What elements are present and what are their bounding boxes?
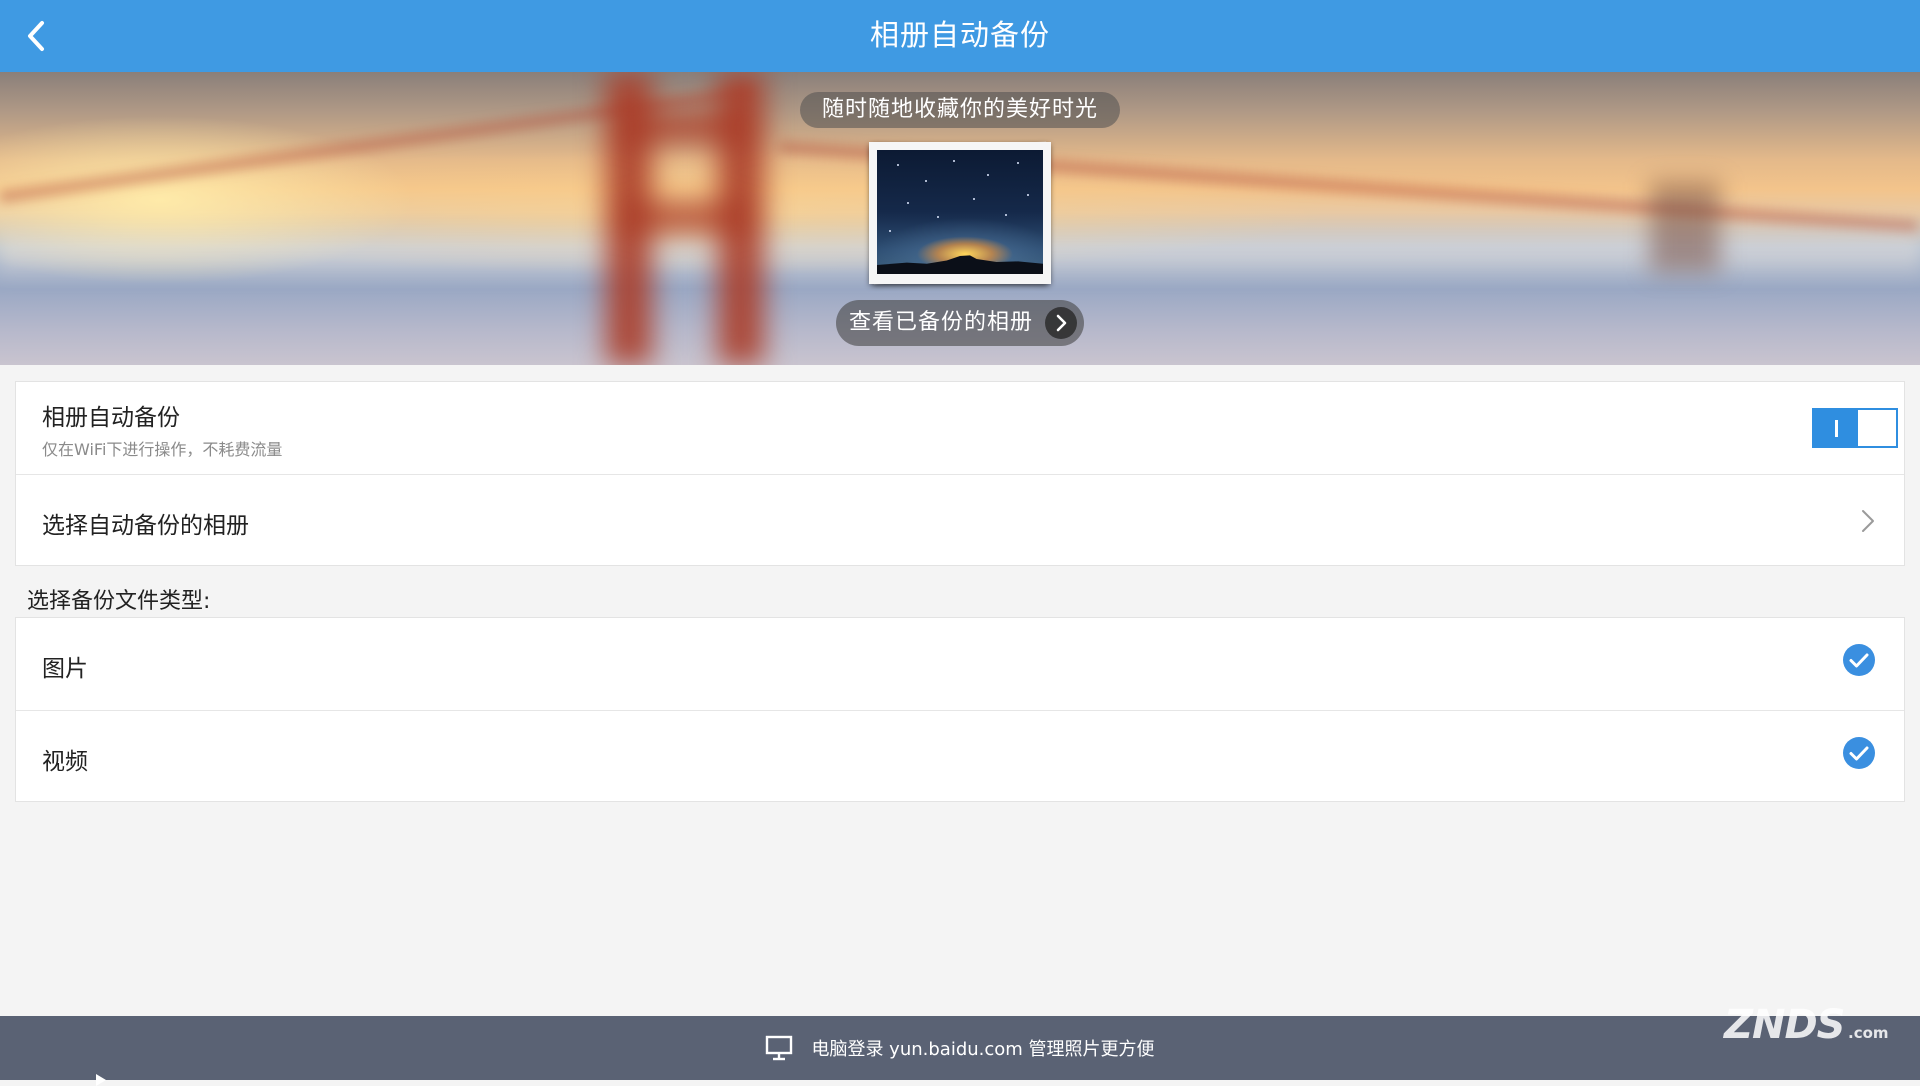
footer-bar: 电脑登录 yun.baidu.com 管理照片更方便 <box>0 1016 1920 1086</box>
select-album-row[interactable]: 选择自动备份的相册 <box>16 474 1904 566</box>
auto-backup-row: 相册自动备份 仅在WiFi下进行操作，不耗费流量 <box>16 382 1904 474</box>
backup-settings-card: 相册自动备份 仅在WiFi下进行操作，不耗费流量 选择自动备份的相册 <box>15 381 1905 566</box>
auto-backup-subtitle: 仅在WiFi下进行操作，不耗费流量 <box>42 440 283 459</box>
banner: 随时随地收藏你的美好时光 查看已备份的相册 <box>0 72 1920 365</box>
view-album-label: 查看已备份的相册 <box>849 310 1034 335</box>
checkmark-circle-icon[interactable] <box>1842 736 1876 770</box>
night-sky-photo <box>877 150 1043 274</box>
checkmark-circle-icon[interactable] <box>1842 643 1876 677</box>
auto-backup-toggle[interactable] <box>1812 408 1898 448</box>
znds-watermark-logo: ZNDS .com <box>1724 1002 1889 1048</box>
monitor-icon <box>765 1035 793 1061</box>
chevron-right-icon <box>1045 307 1077 339</box>
file-type-card: 图片 视频 <box>15 617 1905 802</box>
page-title: 相册自动备份 <box>869 18 1050 52</box>
file-type-row-images[interactable]: 图片 <box>16 618 1904 710</box>
select-album-title: 选择自动备份的相册 <box>42 513 249 539</box>
bridge-tower <box>590 72 790 365</box>
play-arrow-icon <box>96 1074 106 1086</box>
view-backed-up-album-button[interactable]: 查看已备份的相册 <box>836 300 1084 346</box>
file-type-section-label: 选择备份文件类型: <box>27 589 211 614</box>
file-type-label: 图片 <box>42 656 88 682</box>
album-thumbnail[interactable] <box>869 141 1051 286</box>
footer-text: 电脑登录 yun.baidu.com 管理照片更方便 <box>811 1039 1155 1060</box>
file-type-row-videos[interactable]: 视频 <box>16 710 1904 802</box>
footer-hint: 电脑登录 yun.baidu.com 管理照片更方便 <box>0 1016 1920 1080</box>
file-type-label: 视频 <box>42 749 88 775</box>
far-tower <box>1650 182 1720 272</box>
chevron-right-icon <box>1862 510 1874 532</box>
auto-backup-title: 相册自动备份 <box>42 405 180 431</box>
title-bar: 相册自动备份 <box>0 0 1920 72</box>
banner-slogan: 随时随地收藏你的美好时光 <box>800 92 1120 128</box>
